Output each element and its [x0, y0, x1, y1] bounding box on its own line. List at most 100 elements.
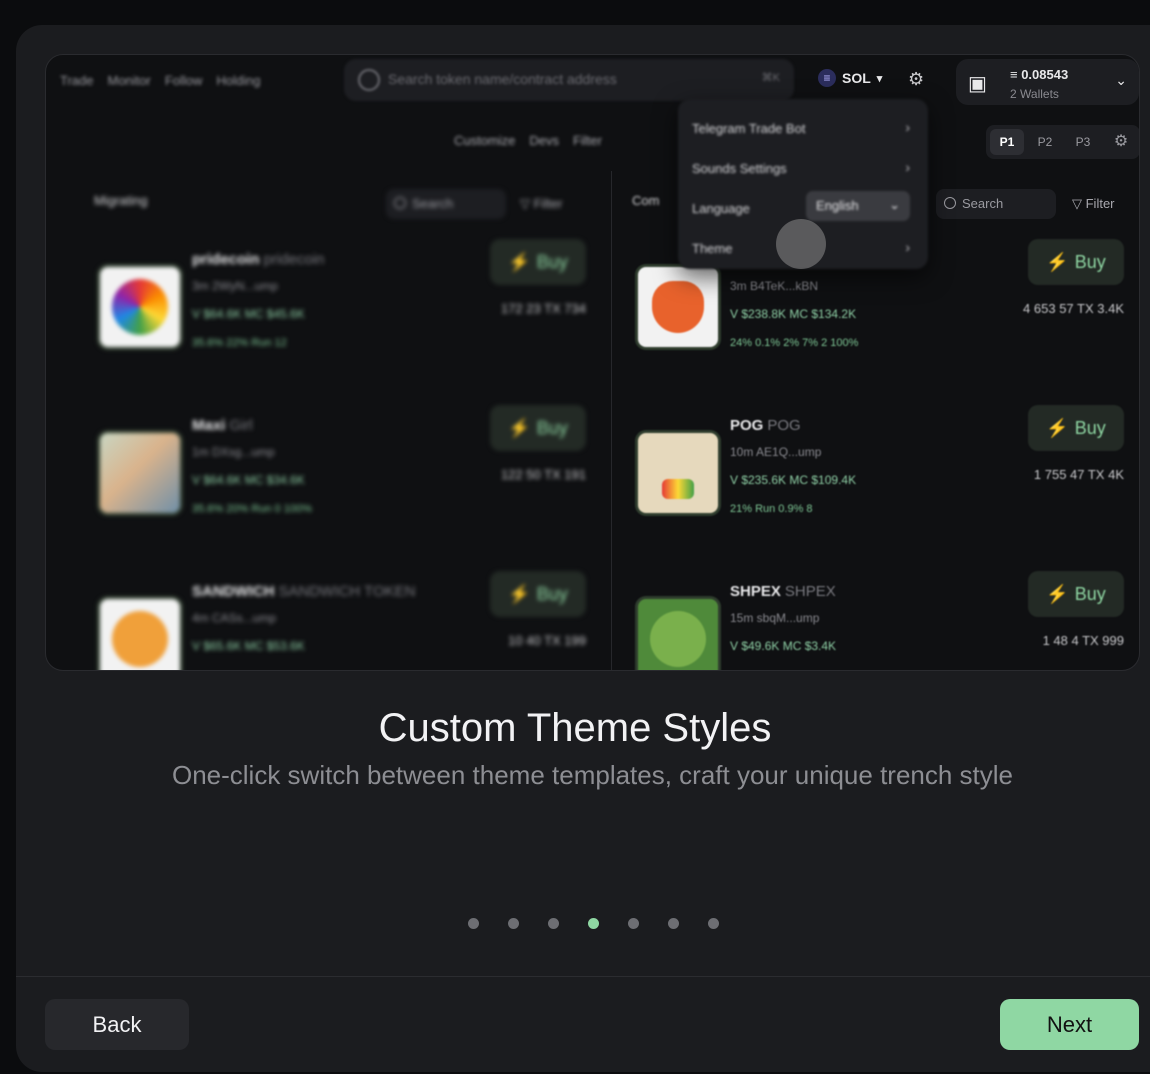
language-value: English — [816, 198, 859, 213]
lightning-icon: ⚡ — [1046, 583, 1069, 604]
pagination-dot[interactable] — [508, 918, 519, 929]
token-address: 15m sbqM...ump — [730, 611, 820, 625]
token-card: pridecoin pridecoin 3m 2WyN...ump V $64.6… — [70, 235, 600, 395]
buy-label: Buy — [1074, 251, 1106, 272]
buy-button: ⚡ Buy — [490, 405, 586, 451]
buy-label: Buy — [536, 251, 568, 272]
token-fullname: Girl — [229, 417, 253, 434]
onboarding-modal: Trade Monitor Follow Holding Search toke… — [16, 25, 1150, 1072]
back-button[interactable]: Back — [45, 999, 189, 1050]
lightning-icon: ⚡ — [508, 251, 531, 272]
pagination-dot[interactable] — [628, 918, 639, 929]
token-fullname: POG — [767, 417, 801, 434]
settings-icon: ⚙ — [908, 69, 925, 89]
toolbar-item: Customize — [454, 133, 516, 148]
chain-label: SOL — [842, 70, 871, 86]
token-address: 1m DXsg...ump — [192, 445, 275, 459]
pagination-dot[interactable] — [668, 918, 679, 929]
next-button[interactable]: Next — [1000, 999, 1139, 1050]
preview-nav-item: Monitor — [107, 73, 151, 88]
buy-label: Buy — [536, 583, 568, 604]
search-icon — [358, 69, 380, 91]
wallet-count: 2 Wallets — [1010, 87, 1059, 101]
menu-item-sounds: Sounds Settings — [692, 161, 787, 176]
buy-button: ⚡ Buy — [1028, 405, 1124, 451]
token-stats: 4 653 57 TX 3.4K — [1023, 301, 1124, 316]
token-avatar — [638, 599, 718, 670]
token-ticker: SANDWICH — [192, 583, 275, 600]
buy-button: ⚡ Buy — [490, 571, 586, 617]
token-avatar — [638, 433, 718, 513]
lightning-icon: ⚡ — [1046, 251, 1069, 272]
token-name: SANDWICH SANDWICH TOKEN — [192, 583, 415, 600]
feature-preview-image: Trade Monitor Follow Holding Search toke… — [45, 54, 1140, 671]
menu-item-telegram: Telegram Trade Bot — [692, 121, 806, 136]
shortcut-badge: ⌘K — [761, 72, 780, 84]
buy-label: Buy — [1074, 417, 1106, 438]
buy-label: Buy — [1074, 583, 1106, 604]
filter-label: Filter — [1085, 196, 1115, 211]
column-title: Com — [632, 193, 660, 208]
chevron-right-icon: › — [905, 119, 910, 135]
search-label: Search — [962, 196, 1004, 211]
token-card: SANDWICH SANDWICH TOKEN 4m CASs...ump V $… — [70, 567, 600, 670]
pagination-dot[interactable] — [708, 918, 719, 929]
pagination-dot-active[interactable] — [588, 918, 599, 929]
token-address: 4m CASs...ump — [192, 611, 277, 625]
token-volume: V $49.6K MC $3.4K — [730, 639, 837, 653]
token-name: Maxi Girl — [192, 417, 253, 434]
token-fullname: SANDWICH TOKEN — [278, 583, 416, 600]
wallet-selector: ▣ ≡ 0.08543 2 Wallets ⌄ — [956, 59, 1139, 105]
menu-item-theme: Theme — [692, 241, 733, 256]
toolbar-item: Devs — [529, 133, 560, 148]
preview-nav-item: Holding — [216, 73, 261, 88]
menu-item-language: Language — [692, 201, 750, 216]
column-divider — [611, 171, 612, 670]
token-ticker: POG — [730, 417, 764, 434]
cursor-indicator — [776, 219, 826, 269]
buy-button: ⚡ Buy — [1028, 239, 1124, 285]
slide-title: Custom Theme Styles — [378, 706, 772, 750]
wallet-balance: ≡ 0.08543 — [1010, 67, 1069, 82]
preview-search-placeholder: Search token name/contract address — [388, 71, 617, 87]
wallet-icon: ▣ — [968, 73, 987, 95]
lightning-icon: ⚡ — [1046, 417, 1069, 438]
preview-nav-item: Trade — [60, 73, 94, 88]
token-volume: V $235.6K MC $109.4K — [730, 473, 857, 487]
token-volume: V $64.6K MC $45.6K — [192, 307, 305, 321]
token-avatar — [638, 267, 718, 347]
search-icon — [394, 197, 406, 209]
pagination-dot[interactable] — [468, 918, 479, 929]
token-name: SHPEX SHPEX — [730, 583, 836, 600]
pagination-dot[interactable] — [548, 918, 559, 929]
preview-header: Trade Monitor Follow Holding Search toke… — [46, 55, 1139, 111]
token-metrics: 35.6% 20% Run 0 100% — [192, 503, 312, 515]
buy-button: ⚡ Buy — [1028, 571, 1124, 617]
preview-search-bar: Search token name/contract address ⌘K — [344, 59, 794, 101]
chevron-down-icon: ⌄ — [1115, 72, 1127, 88]
gear-icon: ⚙ — [1113, 133, 1129, 150]
token-fullname: pridecoin — [263, 251, 325, 268]
footer-divider — [16, 976, 1150, 977]
slide-subtitle: One-click switch between theme templates… — [171, 760, 1014, 790]
token-address: 3m B4TeK...kBN — [730, 279, 819, 293]
chain-selector: ≡ SOL ▾ — [818, 69, 882, 87]
token-volume: V $238.8K MC $134.2K — [730, 307, 857, 321]
preview-nav: Trade Monitor Follow Holding — [60, 73, 261, 88]
preview-nav-item: Follow — [164, 73, 203, 88]
chevron-right-icon: › — [905, 159, 910, 175]
token-volume: V $64.6K MC $34.6K — [192, 473, 305, 487]
preview-toolbar: Customize Devs Filter — [454, 133, 602, 148]
search-icon — [944, 197, 956, 209]
page-switcher: P1 P2 P3 ⚙ — [986, 125, 1139, 159]
token-ticker: Maxi — [192, 417, 226, 434]
token-metrics: 21% Run 0.9% 8 — [730, 503, 813, 515]
token-address: 10m AE1Q...ump — [730, 445, 822, 459]
chevron-down-icon: ▾ — [876, 72, 883, 85]
preview-column-left: Migrating Search ▽ Filter pridecoin pride… — [70, 171, 600, 670]
column-filter: ▽ Filter — [520, 196, 563, 211]
column-search: Search — [386, 189, 506, 219]
buy-button: ⚡ Buy — [490, 239, 586, 285]
token-stats: 1 48 4 TX 999 — [1042, 633, 1124, 648]
token-volume: V $65.6K MC $53.6K — [192, 639, 305, 653]
